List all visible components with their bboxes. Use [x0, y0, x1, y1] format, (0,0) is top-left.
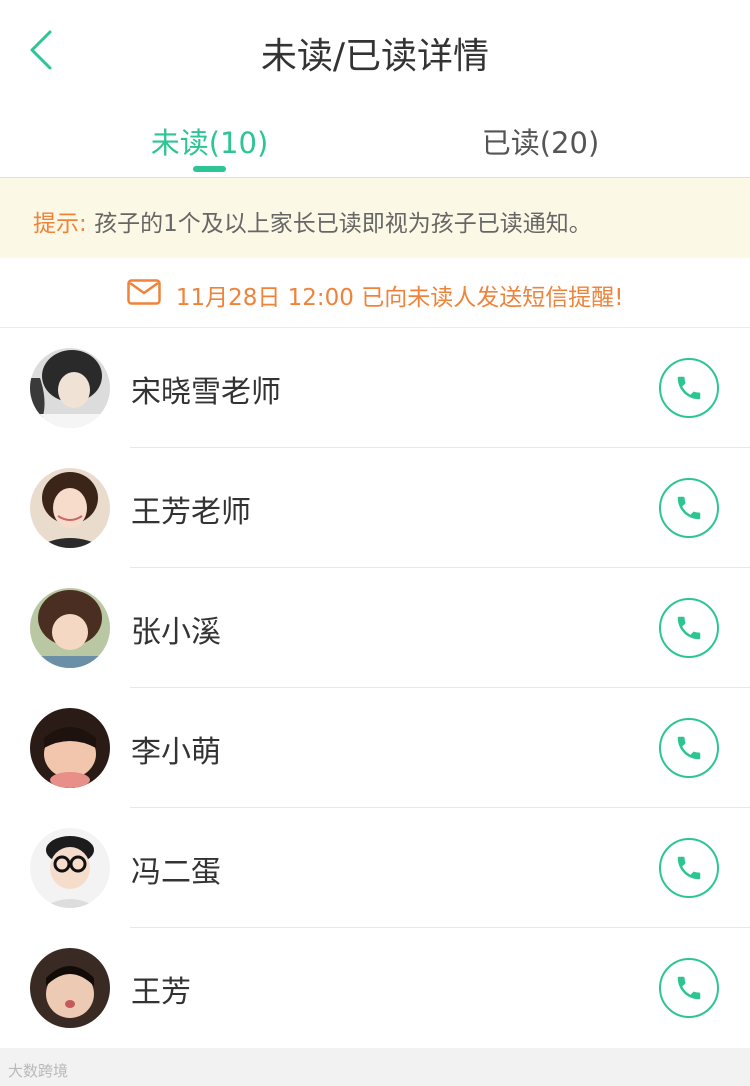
envelope-icon — [126, 278, 161, 305]
watermark: 大数跨境 — [8, 1062, 69, 1080]
contact-name: 王芳老师 — [131, 495, 251, 530]
sms-reminder-text: 11月28日 12:00 已向未读人发送短信提醒! — [175, 285, 624, 311]
tip-text: 孩子的1个及以上家长已读即视为孩子已读通知。 — [94, 211, 592, 237]
phone-icon — [677, 856, 701, 880]
tab-bar: 未读(10) 已读(20) — [0, 100, 750, 178]
call-button[interactable] — [659, 358, 719, 418]
list-item[interactable]: 王芳 — [0, 928, 750, 1048]
list-item[interactable]: 张小溪 — [0, 568, 750, 688]
call-button[interactable] — [659, 478, 719, 538]
avatar — [30, 588, 110, 668]
avatar — [30, 708, 110, 788]
call-button[interactable] — [659, 838, 719, 898]
contact-name: 李小萌 — [131, 735, 221, 770]
tip-banner: 提示: 孩子的1个及以上家长已读即视为孩子已读通知。 — [0, 178, 750, 258]
tab-unread[interactable]: 未读(10) — [22, 120, 397, 162]
avatar — [30, 468, 110, 548]
tip-label: 提示: — [33, 211, 87, 237]
sms-reminder-notice: 11月28日 12:00 已向未读人发送短信提醒! — [0, 258, 750, 328]
call-button[interactable] — [659, 598, 719, 658]
phone-icon — [677, 736, 701, 760]
call-button[interactable] — [659, 718, 719, 778]
footer: 大数跨境 — [0, 1048, 750, 1086]
contact-name: 张小溪 — [131, 615, 221, 650]
phone-icon — [677, 616, 701, 640]
tab-read[interactable]: 已读(20) — [353, 120, 728, 162]
page-title: 未读/已读详情 — [260, 36, 490, 77]
phone-icon — [677, 376, 701, 400]
list-item[interactable]: 王芳老师 — [0, 448, 750, 568]
avatar — [30, 348, 110, 428]
avatar — [30, 948, 110, 1028]
list-item[interactable]: 李小萌 — [0, 688, 750, 808]
phone-icon — [677, 496, 701, 520]
phone-icon — [677, 976, 701, 1000]
list-item[interactable]: 冯二蛋 — [0, 808, 750, 928]
list-item[interactable]: 宋晓雪老师 — [0, 328, 750, 448]
avatar — [30, 828, 110, 908]
call-button[interactable] — [659, 958, 719, 1018]
contact-list: 宋晓雪老师 王芳老师 张小溪 李小萌 冯二蛋 王芳 — [0, 328, 750, 1048]
contact-name: 王芳 — [131, 975, 191, 1010]
contact-name: 冯二蛋 — [131, 855, 221, 890]
active-tab-indicator — [193, 166, 226, 172]
contact-name: 宋晓雪老师 — [131, 375, 281, 410]
nav-bar: 未读/已读详情 — [0, 0, 750, 100]
